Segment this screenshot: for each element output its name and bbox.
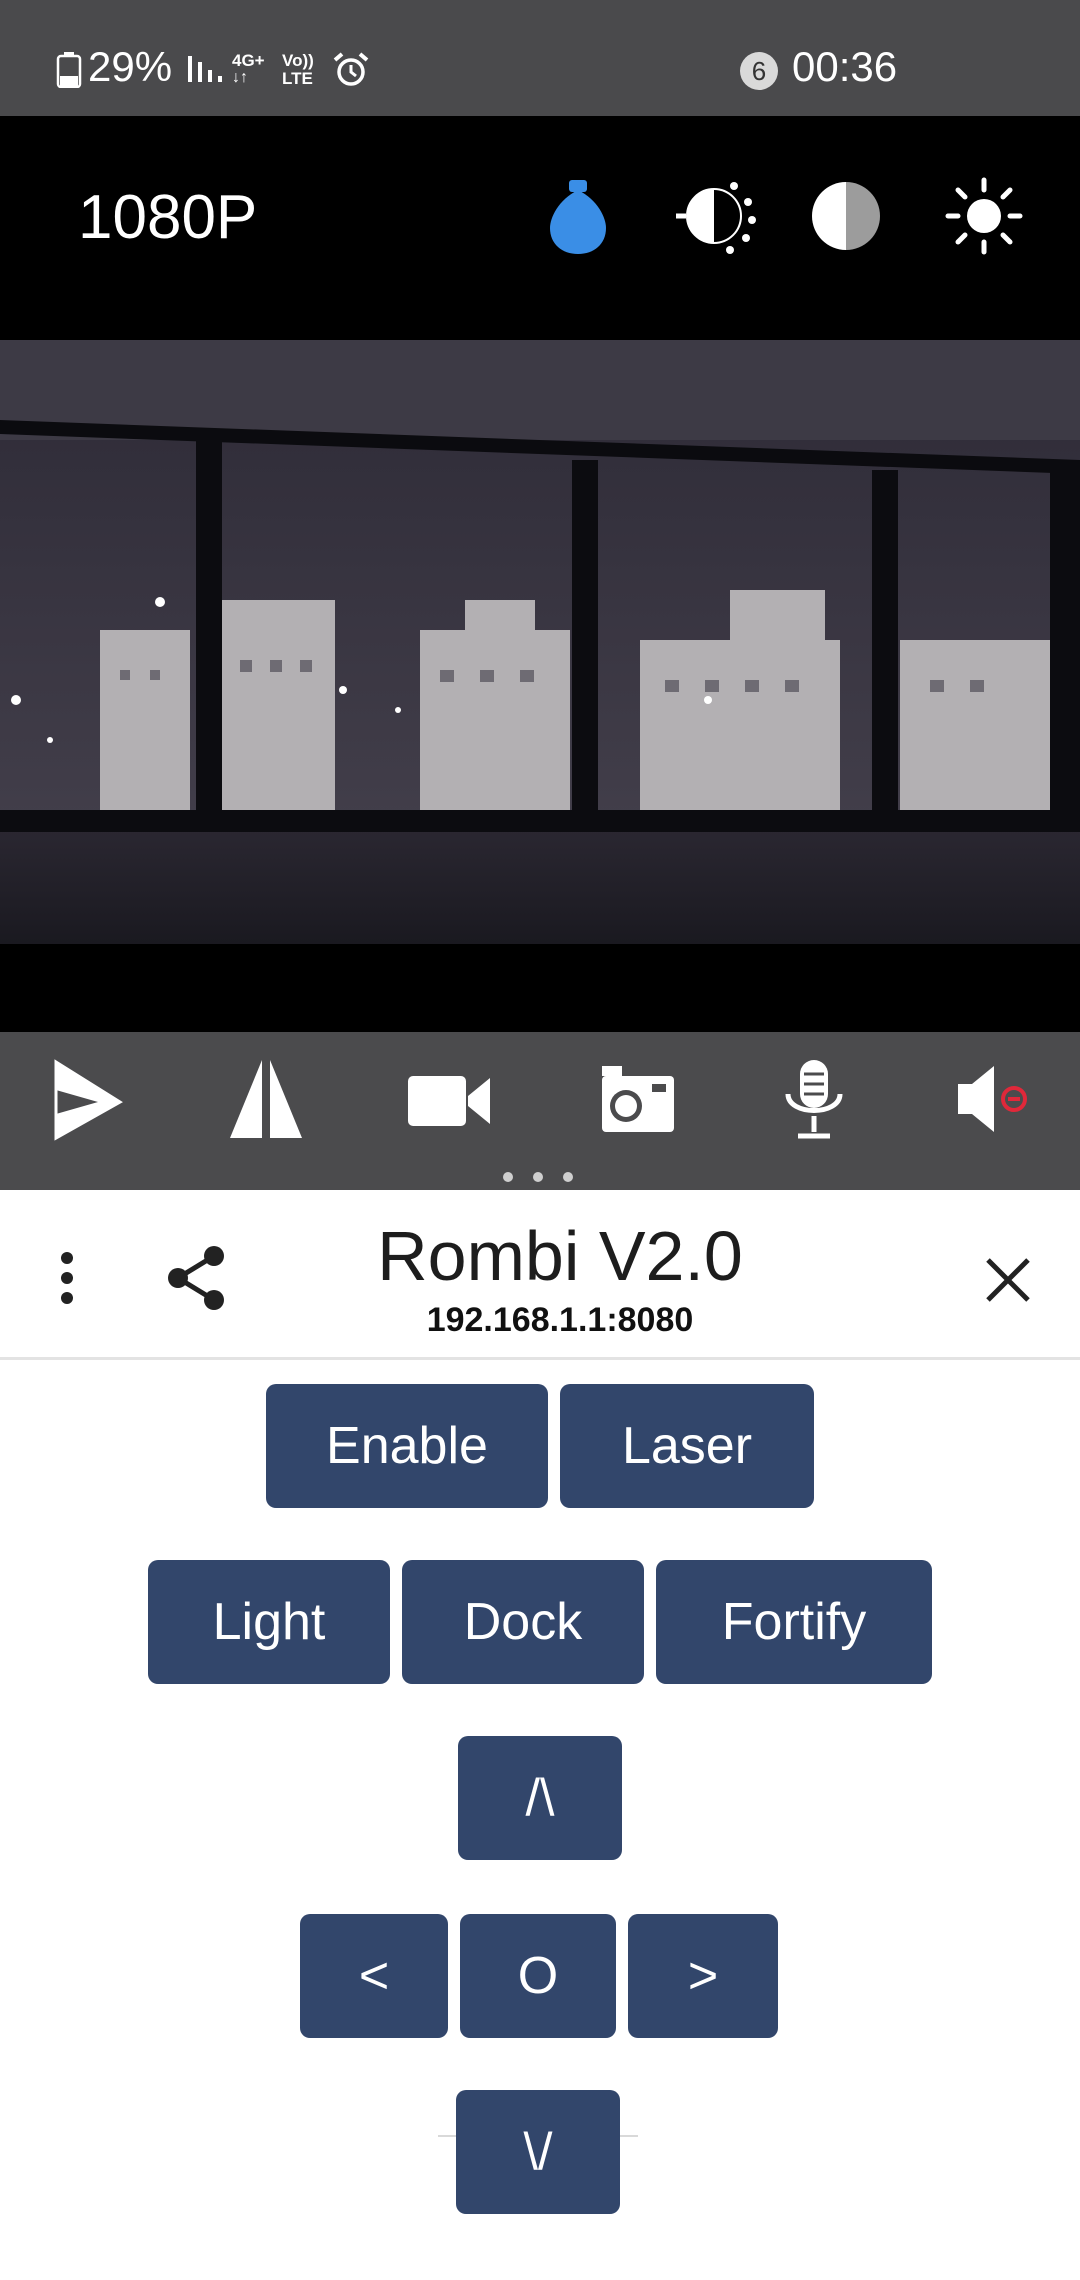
microphone-icon[interactable] [764,1054,864,1144]
move-up-button[interactable]: /\ [458,1736,622,1860]
move-down-button[interactable]: \/ [456,2090,620,2214]
move-left-button[interactable]: < [300,1914,448,2038]
light-button[interactable]: Light [148,1560,390,1684]
battery-icon [56,52,82,88]
resolution-toggle[interactable]: 1080P [78,182,257,254]
sheet-title: Rombi V2.0 [377,1217,743,1295]
camera-feed-image[interactable] [0,340,1080,944]
dock-button[interactable]: Dock [402,1560,644,1684]
bottom-sheet: Rombi V2.0 192.168.1.1:8080 Enable Laser… [0,1190,1080,2280]
sheet-subtitle: 192.168.1.1:8080 [426,1301,694,1339]
move-right-button[interactable]: > [628,1914,778,2038]
play-icon[interactable] [38,1054,138,1144]
speaker-muted-icon[interactable] [944,1054,1044,1144]
contrast-icon[interactable] [804,174,888,258]
network-type: 4G+ ↓↑ [232,51,265,86]
sheet-header: Rombi V2.0 192.168.1.1:8080 [0,1190,1080,1360]
laser-button[interactable]: Laser [560,1384,814,1508]
battery-percentage: 29% [88,43,173,90]
sheet-drag-handle[interactable] [0,1166,1080,1190]
close-icon[interactable] [974,1246,1042,1314]
bulb-icon[interactable] [536,174,620,258]
volte-indicator: Vo)) LTE [282,51,314,88]
alarm-icon [333,52,369,86]
video-area [0,340,1080,1032]
stop-button[interactable]: O [460,1914,616,2038]
signal-icon [188,56,222,82]
camera-icon[interactable] [588,1054,688,1144]
enable-button[interactable]: Enable [266,1384,548,1508]
media-toolbar [0,1032,1080,1166]
camera-toolbar: 1080P [0,116,1080,340]
video-camera-icon[interactable] [398,1054,498,1144]
fortify-button[interactable]: Fortify [656,1560,932,1684]
brightness-icon[interactable] [942,174,1026,258]
status-bar: 29% 4G+ ↓↑ Vo)) LTE 6 00:36 [0,0,1080,116]
contrast-brightness-icon[interactable] [672,174,756,258]
clock: 00:36 [792,43,898,90]
notification-badge: 6 [740,52,778,90]
flip-icon[interactable] [216,1054,316,1144]
